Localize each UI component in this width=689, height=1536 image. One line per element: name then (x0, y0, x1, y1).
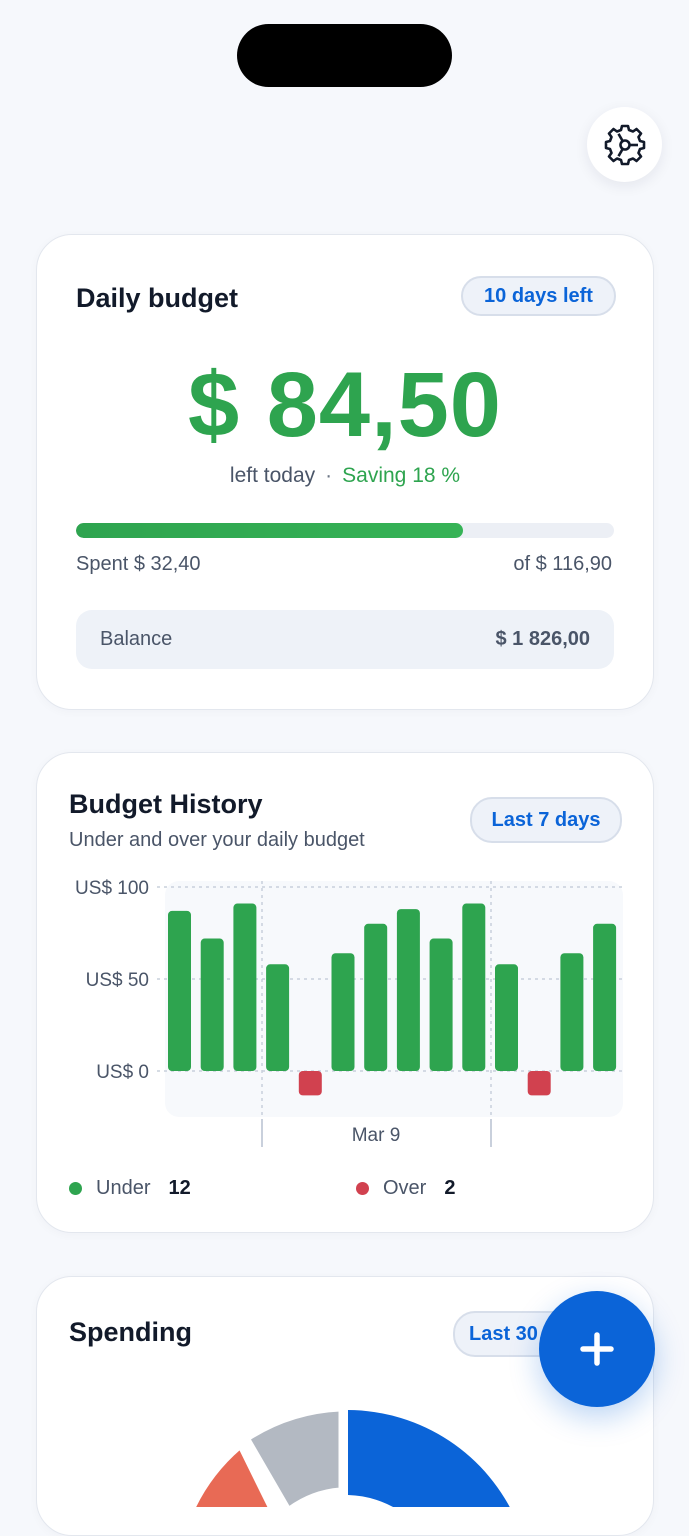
chart-bar-over[interactable] (298, 1071, 322, 1096)
daily-budget-title: Daily budget (76, 283, 239, 313)
gear-icon (604, 124, 645, 165)
left-today-label: left today (229, 464, 316, 487)
under-count: 12 (168, 1177, 191, 1199)
saving-label: Saving 18 % (342, 464, 461, 487)
chart-bar-under[interactable] (396, 909, 420, 1071)
donut-segment-blue (348, 1410, 510, 1507)
chart-bar-under[interactable] (593, 923, 617, 1071)
over-dot (356, 1182, 369, 1195)
chart-bar-under[interactable] (233, 903, 257, 1071)
budget-subline: left today · Saving 18 % (37, 464, 653, 488)
chart-bar-under[interactable] (200, 938, 224, 1071)
chart-x-tick-label: Mar 9 (352, 1125, 401, 1146)
history-range-button[interactable]: Last 7 days (470, 797, 622, 843)
settings-button[interactable] (587, 107, 662, 182)
add-expense-button[interactable] (539, 1291, 655, 1407)
spent-amount: Spent $ 32,40 (76, 553, 201, 575)
chart-bar-under[interactable] (331, 953, 355, 1071)
over-count: 2 (444, 1177, 456, 1199)
budget-history-chart: US$ 100 US$ 50 US$ 0 Mar 9 (75, 878, 623, 1147)
over-label: Over (383, 1177, 427, 1199)
chart-bar-under[interactable] (168, 910, 191, 1071)
total-budget: of $ 116,90 (513, 553, 612, 575)
chart-y-tick-label: US$ 0 (96, 1062, 149, 1083)
chart-bar-under[interactable] (495, 964, 518, 1071)
chart-y-tick-label: US$ 50 (86, 970, 149, 991)
chart-bar-under[interactable] (560, 953, 584, 1071)
legend-over: Over 2 (356, 1177, 455, 1200)
daily-budget-card: Daily budget 10 days left $ 84,50 left t… (36, 234, 654, 710)
chart-bar-over[interactable] (527, 1071, 551, 1096)
balance-label: Balance (100, 628, 173, 650)
history-title: Budget History (69, 789, 263, 819)
balance-row[interactable]: Balance $ 1 826,00 (76, 610, 614, 669)
balance-value: $ 1 826,00 (495, 628, 590, 650)
chart-bar-under[interactable] (462, 903, 486, 1071)
plus-icon (580, 1332, 614, 1366)
under-label: Under (96, 1177, 151, 1199)
history-subtitle: Under and over your daily budget (69, 829, 365, 851)
dynamic-island (237, 24, 452, 87)
days-left-badge[interactable]: 10 days left (461, 276, 616, 316)
amount-left-today: $ 84,50 (188, 354, 502, 456)
chart-bar-under[interactable] (364, 923, 388, 1071)
spent-progress-bar (76, 523, 614, 538)
under-dot (69, 1182, 82, 1195)
spent-progress-fill (76, 523, 464, 538)
chart-bar-under[interactable] (266, 964, 290, 1071)
chart-y-tick-label: US$ 100 (75, 878, 149, 899)
budget-history-card: Budget History Last 7 days Under and ove… (36, 752, 654, 1233)
chart-bar-under[interactable] (429, 938, 453, 1071)
separator-dot: · (325, 464, 333, 487)
legend-under: Under 12 (69, 1177, 191, 1200)
